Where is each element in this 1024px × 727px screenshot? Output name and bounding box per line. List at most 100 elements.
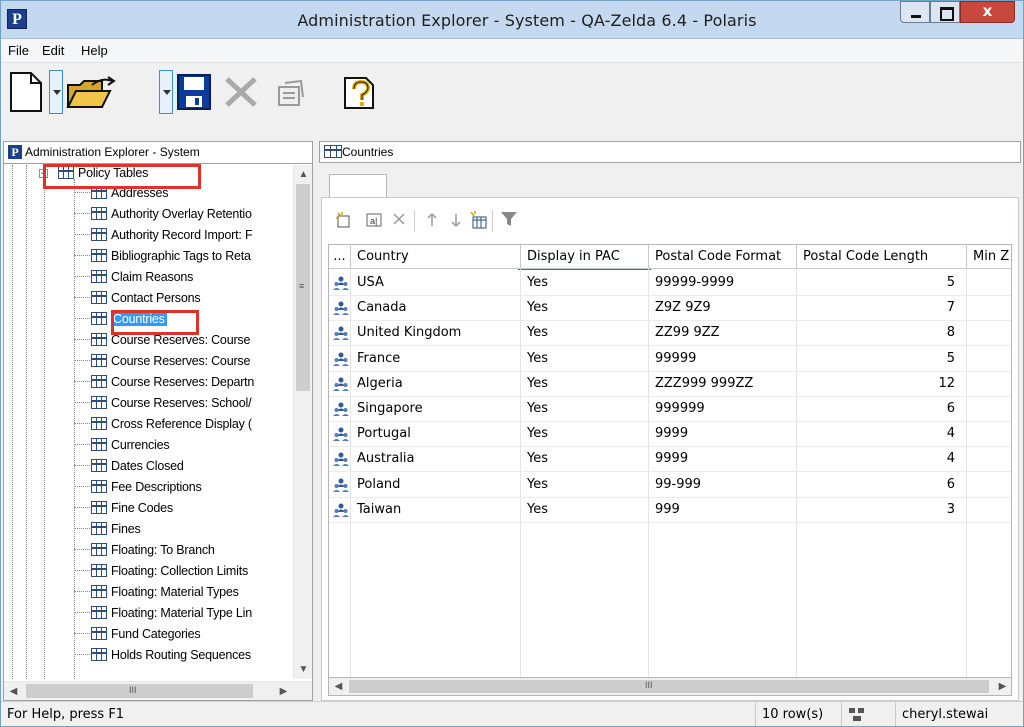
- grid-cell-format[interactable]: 9999: [649, 421, 797, 446]
- grid-cell-display[interactable]: Yes: [521, 396, 649, 421]
- new-row-icon[interactable]: [336, 212, 352, 228]
- close-button[interactable]: x: [960, 1, 1015, 23]
- column-header[interactable]: ...: [329, 245, 351, 269]
- tree-node-item[interactable]: Fee Descriptions: [74, 480, 202, 500]
- tree-node-item[interactable]: Floating: Material Type Lin: [74, 606, 252, 626]
- tree-horizontal-scrollbar[interactable]: ◀ III ▶: [4, 681, 312, 700]
- grid-cell-length[interactable]: 6: [797, 472, 967, 497]
- tree-node-item[interactable]: Floating: To Branch: [74, 543, 215, 563]
- new-document-icon[interactable]: [9, 72, 43, 112]
- add-item-icon[interactable]: [468, 210, 488, 230]
- new-dropdown-arrow[interactable]: [49, 70, 63, 114]
- column-header[interactable]: Postal Code Length: [797, 245, 967, 269]
- help-icon[interactable]: [342, 75, 378, 111]
- grid-cell-country[interactable]: Canada: [351, 295, 521, 320]
- grid-cell-format[interactable]: 9999: [649, 446, 797, 471]
- column-header[interactable]: Display in PAC: [521, 245, 649, 269]
- grid-cell-display[interactable]: Yes: [521, 346, 649, 371]
- menu-file[interactable]: File: [8, 43, 29, 58]
- grid-cell-display[interactable]: Yes: [521, 371, 649, 396]
- tree-node-item[interactable]: Holds Routing Sequences: [74, 648, 251, 668]
- grid-cell-country[interactable]: Australia: [351, 446, 521, 471]
- tree-node-item[interactable]: Fine Codes: [74, 501, 173, 521]
- grid-cell-display[interactable]: Yes: [521, 446, 649, 471]
- grid-cell-country[interactable]: United Kingdom: [351, 320, 521, 345]
- grid-cell-format[interactable]: 999: [649, 497, 797, 522]
- tab-blank[interactable]: [329, 174, 387, 198]
- column-header[interactable]: Postal Code Format: [649, 245, 797, 269]
- delete-row-icon[interactable]: [392, 212, 406, 226]
- tree-node-item[interactable]: Floating: Collection Limits: [74, 564, 248, 584]
- filter-icon[interactable]: [500, 210, 518, 228]
- properties-icon[interactable]: [275, 79, 305, 107]
- grid-cell-display[interactable]: Yes: [521, 472, 649, 497]
- scroll-down-icon[interactable]: ▼: [294, 661, 313, 678]
- tree-node-item[interactable]: Authority Overlay Retentio: [74, 207, 252, 227]
- grid-cell-format[interactable]: 99999-9999: [649, 270, 797, 295]
- tree-node-item[interactable]: Bibliographic Tags to Reta: [74, 249, 251, 269]
- grid-cell-length[interactable]: 6: [797, 396, 967, 421]
- grid-cell-format[interactable]: ZZ99 9ZZ: [649, 320, 797, 345]
- tree-node-item[interactable]: Authority Record Import: F: [74, 228, 253, 248]
- grid-cell-display[interactable]: Yes: [521, 270, 649, 295]
- delete-icon[interactable]: [223, 76, 259, 108]
- grid-cell-display[interactable]: Yes: [521, 320, 649, 345]
- grid-cell-country[interactable]: Algeria: [351, 371, 521, 396]
- tree-node-item[interactable]: Course Reserves: Departn: [74, 375, 254, 395]
- column-header[interactable]: Min Z: [967, 245, 1011, 269]
- table-row[interactable]: [329, 521, 1011, 523]
- grid-scroll-right-icon[interactable]: ▶: [993, 678, 1012, 695]
- move-up-icon[interactable]: [426, 212, 438, 228]
- open-folder-icon[interactable]: [66, 75, 152, 111]
- tree-node-item[interactable]: Dates Closed: [74, 459, 184, 479]
- minimize-button[interactable]: [900, 1, 930, 23]
- grid-cell-length[interactable]: 3: [797, 497, 967, 522]
- field-icon[interactable]: a|: [366, 212, 382, 228]
- open-dropdown-arrow[interactable]: [159, 70, 173, 114]
- tree-node-item[interactable]: Floating: Material Types: [74, 585, 239, 605]
- grid-scroll-left-icon[interactable]: ◀: [329, 678, 348, 695]
- tree-node-item[interactable]: Course Reserves: Course: [74, 354, 250, 374]
- grid-cell-display[interactable]: Yes: [521, 497, 649, 522]
- menu-help[interactable]: Help: [81, 43, 108, 58]
- grid-cell-length[interactable]: 5: [797, 270, 967, 295]
- tree-node-item[interactable]: Course Reserves: Course: [74, 333, 250, 353]
- tree-node-policy-tables[interactable]: Policy Tables: [58, 166, 148, 186]
- maximize-button[interactable]: [930, 1, 960, 23]
- grid-cell-length[interactable]: 7: [797, 295, 967, 320]
- tree-node-item[interactable]: Claim Reasons: [74, 270, 193, 290]
- tree-node-item[interactable]: Countries: [74, 312, 167, 332]
- grid-cell-display[interactable]: Yes: [521, 421, 649, 446]
- grid-cell-format[interactable]: Z9Z 9Z9: [649, 295, 797, 320]
- tree-node-item[interactable]: Contact Persons: [74, 291, 201, 311]
- tree-node-item[interactable]: Addresses: [74, 186, 168, 206]
- grid-cell-country[interactable]: Portugal: [351, 421, 521, 446]
- grid-cell-country[interactable]: USA: [351, 270, 521, 295]
- tree-node-item[interactable]: Fines: [74, 522, 141, 542]
- scroll-left-icon[interactable]: ◀: [4, 683, 23, 700]
- save-icon[interactable]: [177, 74, 211, 110]
- scroll-up-icon[interactable]: ▲: [294, 166, 313, 183]
- grid-cell-length[interactable]: 12: [797, 371, 967, 396]
- tree-vertical-scrollbar[interactable]: ▲ ≡ ▼: [293, 165, 312, 679]
- grid-cell-country[interactable]: France: [351, 346, 521, 371]
- menu-edit[interactable]: Edit: [42, 43, 64, 58]
- grid-cell-country[interactable]: Singapore: [351, 396, 521, 421]
- tree-node-item[interactable]: Fund Categories: [74, 627, 201, 647]
- tree-node-item[interactable]: Course Reserves: School/: [74, 396, 252, 416]
- grid-cell-format[interactable]: 999999: [649, 396, 797, 421]
- grid-cell-length[interactable]: 5: [797, 346, 967, 371]
- grid-cell-country[interactable]: Poland: [351, 472, 521, 497]
- grid-cell-length[interactable]: 4: [797, 421, 967, 446]
- grid-horizontal-scrollbar[interactable]: ◀ III ▶: [328, 678, 1012, 696]
- tree-hscroll-thumb[interactable]: [26, 684, 253, 698]
- move-down-icon[interactable]: [450, 212, 462, 228]
- grid-cell-length[interactable]: 4: [797, 446, 967, 471]
- grid-hscroll-thumb[interactable]: [349, 680, 989, 693]
- grid-cell-format[interactable]: 99999: [649, 346, 797, 371]
- grid-cell-format[interactable]: ZZZ999 999ZZ: [649, 371, 797, 396]
- column-header[interactable]: Country: [351, 245, 521, 269]
- grid-cell-length[interactable]: 8: [797, 320, 967, 345]
- collapse-expander-icon[interactable]: −: [39, 169, 48, 178]
- tree-node-item[interactable]: Cross Reference Display (: [74, 417, 252, 437]
